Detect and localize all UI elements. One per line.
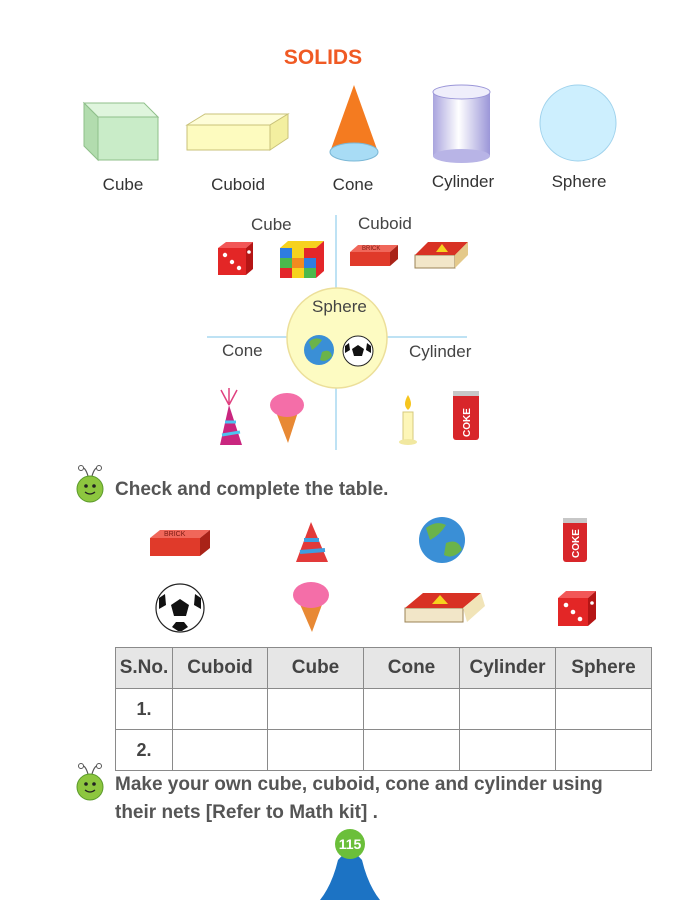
- cuboid-cell[interactable]: [172, 729, 268, 771]
- sphere-shape: [539, 84, 617, 162]
- dice-icon: [558, 591, 596, 626]
- cone-label: Cone: [332, 175, 374, 194]
- party-hat-icon: [296, 522, 328, 562]
- cube-label: Cube: [102, 175, 144, 194]
- instruction-make-line2: their nets [Refer to Math kit] .: [115, 802, 378, 823]
- header-sno: S.No.: [115, 647, 173, 689]
- matchbox-icon: [414, 242, 468, 269]
- sphere-cell[interactable]: [555, 688, 652, 730]
- objects-grid: BRICK COKE: [150, 517, 596, 633]
- page-number: 115: [335, 829, 365, 859]
- globe-icon: [419, 517, 465, 563]
- diagram-cylinder-label: Cylinder: [409, 342, 472, 361]
- table-row: 2.: [115, 729, 652, 771]
- cuboid-label: Cuboid: [211, 175, 265, 194]
- brick-icon: BRICK: [350, 245, 398, 266]
- cone-shape: [329, 85, 379, 162]
- cuboid-shape: [185, 113, 290, 151]
- solids-table: S.No. Cuboid Cube Cone Cylinder Sphere 1…: [115, 647, 652, 771]
- table-header-row: S.No. Cuboid Cube Cone Cylinder Sphere: [115, 647, 652, 689]
- soda-can-icon: COKE: [453, 391, 479, 440]
- diagram-cube-label: Cube: [251, 215, 292, 234]
- cuboid-cell[interactable]: [172, 688, 268, 730]
- cone-cell[interactable]: [363, 729, 460, 771]
- cylinder-cell[interactable]: [459, 688, 556, 730]
- header-cube: Cube: [267, 647, 364, 689]
- diagram-cone-label: Cone: [222, 341, 263, 360]
- dice-icon: [218, 242, 253, 275]
- diagram-sphere-label: Sphere: [312, 297, 367, 316]
- header-cuboid: Cuboid: [172, 647, 268, 689]
- sphere-label: Sphere: [551, 172, 607, 191]
- sphere-cell[interactable]: [555, 729, 652, 771]
- candle-icon: [399, 395, 417, 445]
- brick-text: BRICK: [164, 531, 186, 538]
- globe-icon: [304, 335, 334, 365]
- bug-icon: [76, 763, 104, 801]
- cylinder-cell[interactable]: [459, 729, 556, 771]
- header-cone: Cone: [363, 647, 460, 689]
- brick-text: BRICK: [362, 246, 380, 252]
- cube-shape: [82, 101, 160, 162]
- header-cylinder: Cylinder: [459, 647, 556, 689]
- classification-diagram: BRICK COKE: [207, 215, 479, 450]
- coke-text: COKE: [571, 529, 582, 558]
- soda-can-icon: COKE: [563, 518, 587, 562]
- football-icon: [342, 335, 374, 367]
- brick-icon: BRICK: [150, 530, 210, 556]
- football-icon: [155, 583, 205, 633]
- diagram-cuboid-label: Cuboid: [358, 214, 412, 233]
- cone-cell[interactable]: [363, 688, 460, 730]
- cube-cell[interactable]: [267, 688, 364, 730]
- matchbox-icon: [404, 593, 485, 623]
- instruction-check: Check and complete the table.: [115, 479, 389, 500]
- cylinder-label: Cylinder: [431, 172, 495, 191]
- row-number: 1.: [115, 688, 173, 730]
- coke-text: COKE: [462, 408, 473, 437]
- cube-cell[interactable]: [267, 729, 364, 771]
- ice-cream-icon: [270, 393, 304, 443]
- row-number: 2.: [115, 729, 173, 771]
- cylinder-shape: [432, 84, 491, 163]
- bug-icon: [76, 465, 104, 503]
- ice-cream-icon: [293, 582, 329, 632]
- instruction-make-line1: Make your own cube, cuboid, cone and cyl…: [115, 774, 603, 795]
- header-sphere: Sphere: [555, 647, 652, 689]
- table-row: 1.: [115, 688, 652, 730]
- party-hat-icon: [220, 388, 242, 445]
- solids-row: [82, 84, 617, 163]
- rubiks-cube-icon: [280, 241, 324, 278]
